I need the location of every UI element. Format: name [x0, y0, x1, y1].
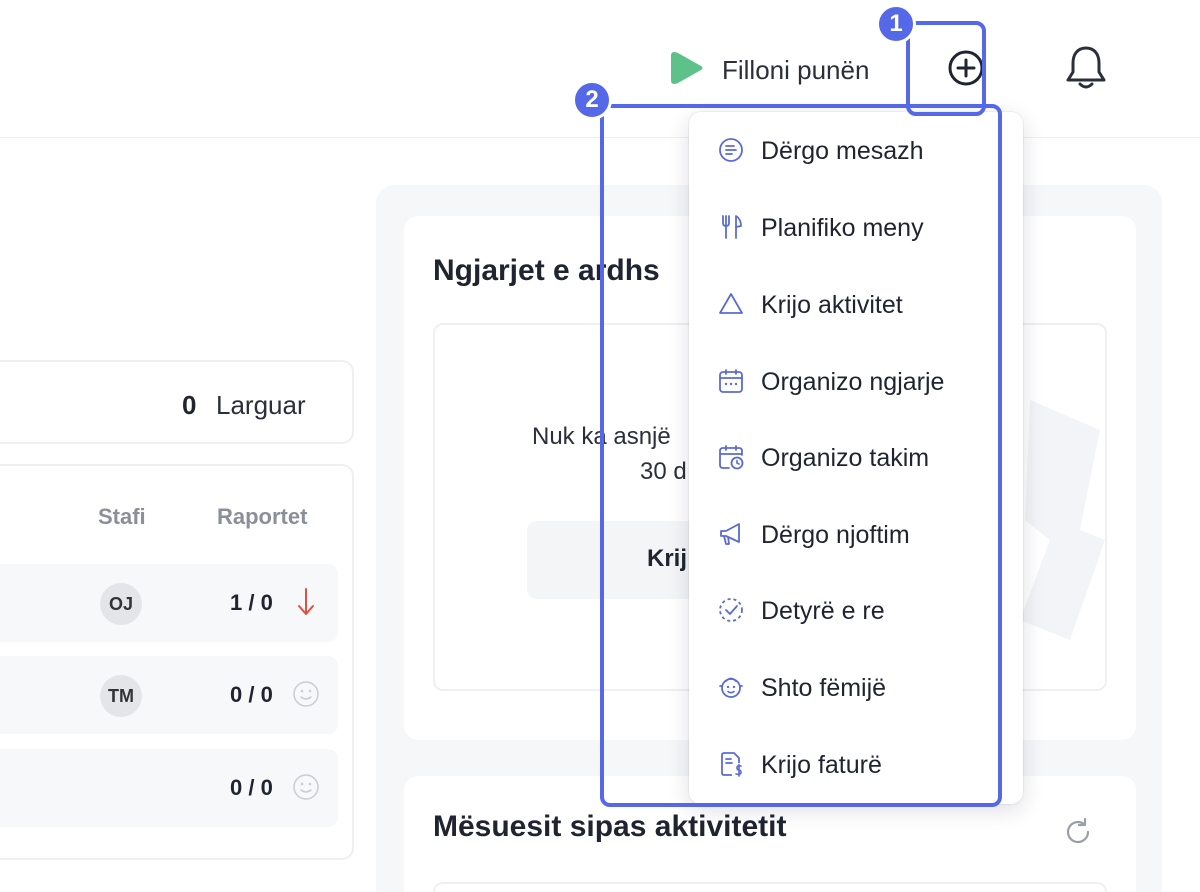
dashed-check-icon [717, 596, 745, 624]
larguar-card: 0 Larguar [0, 360, 354, 444]
reports-value: 0 / 0 [230, 775, 273, 800]
avatar: TM [100, 675, 142, 717]
larguar-label: Larguar [216, 390, 306, 420]
bell-icon [1062, 42, 1110, 99]
down-arrow-icon [292, 584, 320, 620]
menu-item-add-child[interactable]: Shto fëmijë [689, 657, 1023, 717]
menu-item-label: Organizo takim [761, 444, 930, 472]
menu-item-organize-meeting[interactable]: Organizo takim [689, 427, 1023, 487]
add-button[interactable] [944, 48, 988, 92]
larguar-count: 0 [182, 390, 197, 420]
menu-item-label: Organizo ngjarje [761, 368, 945, 396]
teachers-by-activity-title: Mësuesit sipas aktivitetit [433, 810, 787, 843]
menu-item-label: Krijo faturë [761, 751, 882, 779]
smile-icon [292, 769, 320, 805]
menu-item-label: Shto fëmijë [761, 674, 887, 702]
invoice-icon [717, 750, 745, 778]
menu-item-plan-menu[interactable]: Planifiko meny [689, 197, 1023, 257]
reports-value: 1 / 0 [230, 590, 273, 615]
quick-add-menu: Dërgo mesazh Planifiko meny Krijo aktivi… [689, 112, 1023, 804]
reports-table-card: Stafi Raportet OJ 1 / 0 TM 0 / 0 0 / 0 [0, 464, 354, 860]
menu-item-label: Dërgo mesazh [761, 137, 924, 165]
menu-item-label: Detyrë e re [761, 597, 885, 625]
menu-item-label: Planifiko meny [761, 214, 924, 242]
reports-value: 0 / 0 [230, 682, 273, 707]
empty-state-subtext: 30 d [640, 458, 687, 485]
upcoming-events-title: Ngjarjet e ardhs [433, 254, 660, 287]
megaphone-icon [717, 520, 745, 548]
menu-item-label: Krijo aktivitet [761, 291, 903, 319]
annotation-badge-2: 2 [572, 80, 612, 120]
menu-item-new-task[interactable]: Detyrë e re [689, 580, 1023, 640]
calendar-icon [717, 367, 745, 395]
avatar: OJ [100, 583, 142, 625]
menu-item-label: Dërgo njoftim [761, 521, 910, 549]
fork-knife-icon [717, 213, 745, 241]
plus-circle-icon [945, 47, 987, 94]
create-event-label: Krij [647, 545, 688, 572]
menu-item-create-invoice[interactable]: Krijo faturë [689, 734, 1023, 794]
annotation-badge-1: 1 [876, 4, 916, 44]
menu-item-send-message[interactable]: Dërgo mesazh [689, 120, 1023, 180]
menu-item-organize-event[interactable]: Organizo ngjarje [689, 351, 1023, 411]
play-icon [668, 48, 706, 93]
refresh-icon[interactable] [1062, 816, 1094, 848]
menu-item-create-activity[interactable]: Krijo aktivitet [689, 274, 1023, 334]
child-face-icon [717, 673, 745, 701]
menu-item-send-announcement[interactable]: Dërgo njoftim [689, 504, 1023, 564]
calendar-clock-icon [717, 443, 745, 471]
table-row[interactable]: OJ 1 / 0 [0, 564, 338, 642]
table-row[interactable]: TM 0 / 0 [0, 656, 338, 734]
column-header-staff: Stafi [98, 504, 146, 529]
triangle-icon [717, 290, 745, 318]
table-row[interactable]: 0 / 0 [0, 749, 338, 827]
start-work-button[interactable]: Filloni punën [668, 48, 869, 93]
empty-illustration-icon [1010, 390, 1110, 650]
message-icon [717, 136, 745, 164]
empty-state-text: Nuk ka asnjë [532, 423, 671, 450]
column-header-reports: Raportet [217, 504, 308, 529]
notifications-button[interactable] [1060, 44, 1112, 96]
start-work-label: Filloni punën [722, 55, 870, 85]
smile-icon [292, 676, 320, 712]
teachers-list [433, 882, 1107, 892]
